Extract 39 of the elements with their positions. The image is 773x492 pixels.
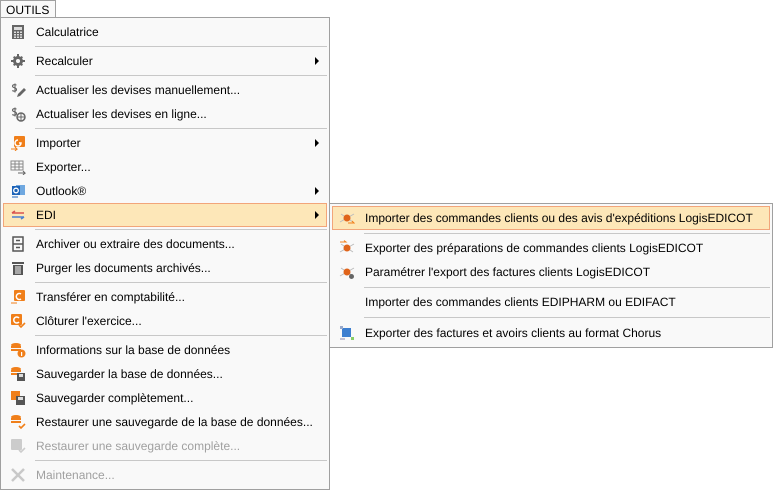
menu-item[interactable]: Informations sur la base de données bbox=[3, 338, 327, 362]
menu-item[interactable]: Paramétrer l'export des factures clients LogisEDICOT bbox=[332, 260, 770, 284]
menu-item[interactable]: Exporter des préparations de commandes clients LogisEDICOT bbox=[332, 236, 770, 260]
transfer-icon bbox=[10, 289, 26, 305]
dollar-globe-icon bbox=[10, 106, 26, 122]
dollar-pencil-icon bbox=[10, 82, 26, 98]
disk-icon bbox=[10, 390, 26, 406]
menu-item[interactable]: Sauvegarder la base de données... bbox=[3, 362, 327, 386]
menu-item[interactable]: Archiver ou extraire des documents... bbox=[3, 232, 327, 256]
menu-item[interactable]: EDI bbox=[3, 203, 327, 227]
trash-icon bbox=[10, 260, 26, 276]
menu-item[interactable]: Recalculer bbox=[3, 49, 327, 73]
menu-item[interactable]: Restaurer une sauvegarde de la base de données... bbox=[3, 410, 327, 434]
calculator-icon bbox=[10, 24, 26, 40]
database-disk-icon bbox=[10, 366, 26, 382]
menu-item[interactable]: Exporter des factures et avoirs clients au format Chorus bbox=[332, 321, 770, 344]
menu-item[interactable]: Transférer en comptabilité... bbox=[3, 285, 327, 309]
import-icon bbox=[10, 135, 26, 151]
menu-item[interactable]: Importer bbox=[3, 131, 327, 155]
menu-item[interactable]: Actualiser les devises en ligne... bbox=[3, 102, 327, 126]
database-check-icon bbox=[10, 414, 26, 430]
menu-item[interactable]: Actualiser les devises manuellement... bbox=[3, 78, 327, 102]
checkmark-icon bbox=[10, 313, 26, 329]
chorus-icon bbox=[339, 324, 355, 341]
outlook-icon bbox=[10, 183, 26, 199]
database-info-icon bbox=[10, 342, 26, 358]
menu-item[interactable]: Clôturer l'exercice... bbox=[3, 309, 327, 333]
menu-item[interactable]: Purger les documents archivés... bbox=[3, 256, 327, 280]
menu-item[interactable]: Importer des commandes clients EDIPHARM ou EDIFACT bbox=[332, 290, 770, 314]
menu-item[interactable]: Sauvegarder complètement... bbox=[3, 386, 327, 410]
menu-item[interactable]: Exporter... bbox=[3, 155, 327, 179]
menu-item[interactable]: Importer des commandes clients ou des avis d'expéditions LogisEDICOT bbox=[332, 206, 770, 230]
checkmark-icon bbox=[10, 438, 26, 454]
gear-icon bbox=[10, 53, 26, 69]
cabinet-icon bbox=[10, 236, 26, 252]
menu-bar-item[interactable]: OUTILS bbox=[0, 0, 56, 18]
table-export-icon bbox=[10, 159, 26, 175]
menu-item[interactable]: Outlook® bbox=[3, 179, 327, 203]
menu-item[interactable]: Calculatrice bbox=[3, 20, 327, 44]
